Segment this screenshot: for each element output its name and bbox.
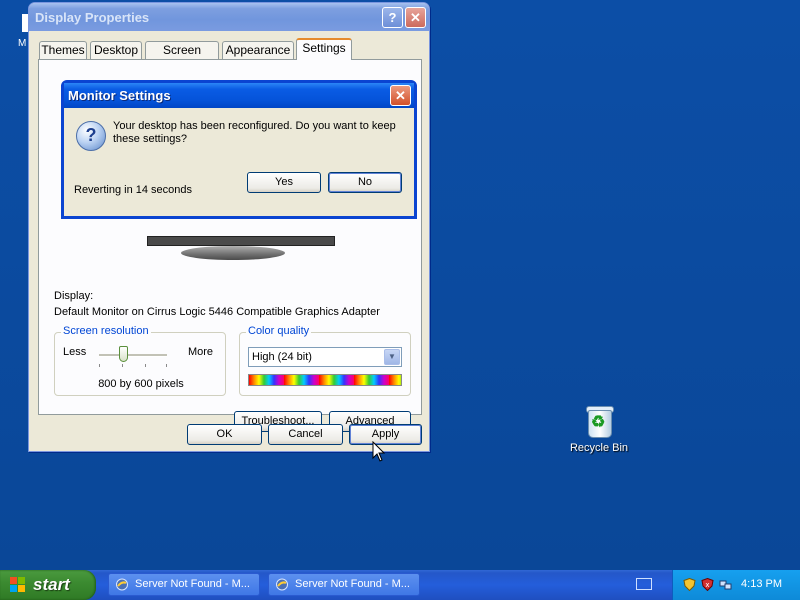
yes-button[interactable]: Yes	[247, 172, 321, 193]
start-button[interactable]: start	[0, 570, 96, 600]
taskbar-item-label: Server Not Found - M...	[135, 578, 250, 590]
recycle-bin-label: Recycle Bin	[569, 442, 629, 454]
cancel-button[interactable]: Cancel	[268, 424, 343, 445]
revert-countdown: Reverting in 14 seconds	[74, 184, 193, 196]
ok-button[interactable]: OK	[187, 424, 262, 445]
browser-icon	[116, 578, 128, 591]
slider-tick	[166, 364, 167, 367]
windows-logo-icon	[10, 577, 26, 593]
recycle-bin-icon: ♻	[583, 404, 615, 438]
browser-icon	[276, 578, 288, 591]
window-title: Display Properties	[35, 10, 150, 25]
close-icon: ✕	[410, 10, 421, 25]
taskbar-item-label: Server Not Found - M...	[295, 578, 410, 590]
system-tray: x 4:13 PM	[672, 570, 800, 600]
my-computer-label: M	[18, 38, 27, 49]
dialog-title: Monitor Settings	[68, 88, 171, 103]
keyboard-icon[interactable]	[636, 578, 652, 590]
tab-settings[interactable]: Settings	[296, 38, 352, 60]
dialog-close-button[interactable]: ✕	[390, 85, 411, 106]
slider-tick	[99, 364, 100, 367]
monitor-preview-bezel	[147, 236, 335, 246]
dialog-message: Your desktop has been reconfigured. Do y…	[113, 120, 396, 145]
security-alert-icon[interactable]: x	[701, 578, 714, 591]
help-icon: ?	[388, 10, 397, 25]
taskbar-item[interactable]: Server Not Found - M...	[268, 573, 420, 596]
window-titlebar[interactable]: Display Properties ? ✕	[29, 3, 429, 31]
tab-desktop[interactable]: Desktop	[90, 41, 142, 59]
color-spectrum-bar	[248, 374, 402, 386]
recycle-bin[interactable]: ♻ Recycle Bin	[566, 404, 632, 454]
display-label: Display:	[54, 290, 94, 302]
mouse-cursor-icon	[372, 441, 386, 462]
slider-tick	[122, 364, 123, 367]
screen-resolution-title: Screen resolution	[61, 325, 151, 337]
clock: 4:13 PM	[741, 578, 782, 590]
taskbar: start Server Not Found - M... Server Not…	[0, 570, 800, 600]
close-button[interactable]: ✕	[405, 7, 426, 28]
color-quality-select[interactable]: High (24 bit) ▼	[248, 347, 402, 367]
screen-resolution-group: Screen resolution Less More 800 by 600 p…	[54, 325, 226, 396]
question-icon: ?	[76, 121, 106, 151]
resolution-slider-thumb[interactable]	[119, 346, 128, 362]
tab-screen-saver[interactable]: Screen Saver	[145, 41, 219, 74]
chevron-down-icon[interactable]: ▼	[384, 349, 400, 365]
help-button[interactable]: ?	[382, 7, 403, 28]
color-quality-title: Color quality	[246, 325, 312, 337]
tab-themes[interactable]: Themes	[39, 41, 87, 59]
display-value: Default Monitor on Cirrus Logic 5446 Com…	[54, 306, 380, 318]
monitor-stand	[181, 246, 285, 260]
tab-appearance[interactable]: Appearance	[222, 41, 294, 59]
dialog-titlebar[interactable]: Monitor Settings ✕	[64, 83, 414, 108]
more-label: More	[187, 346, 213, 358]
start-label: start	[33, 575, 70, 594]
taskbar-item[interactable]: Server Not Found - M...	[108, 573, 260, 596]
no-button[interactable]: No	[328, 172, 402, 193]
network-icon[interactable]	[719, 578, 732, 591]
slider-tick	[145, 364, 146, 367]
desktop: M ♻ Recycle Bin Display Properties ? ✕ T…	[0, 0, 800, 570]
resolution-slider-track[interactable]	[99, 354, 167, 357]
color-quality-group: Color quality High (24 bit) ▼	[239, 325, 411, 396]
close-icon: ✕	[395, 88, 406, 103]
color-quality-value: High (24 bit)	[252, 351, 312, 363]
resolution-value: 800 by 600 pixels	[98, 378, 184, 390]
security-shield-icon[interactable]	[683, 578, 696, 591]
less-label: Less	[63, 346, 87, 358]
svg-text:x: x	[705, 581, 709, 589]
display-properties-window: Display Properties ? ✕ Themes Desktop Sc…	[28, 2, 430, 452]
monitor-settings-dialog: Monitor Settings ✕ ? Your desktop has be…	[61, 80, 417, 219]
